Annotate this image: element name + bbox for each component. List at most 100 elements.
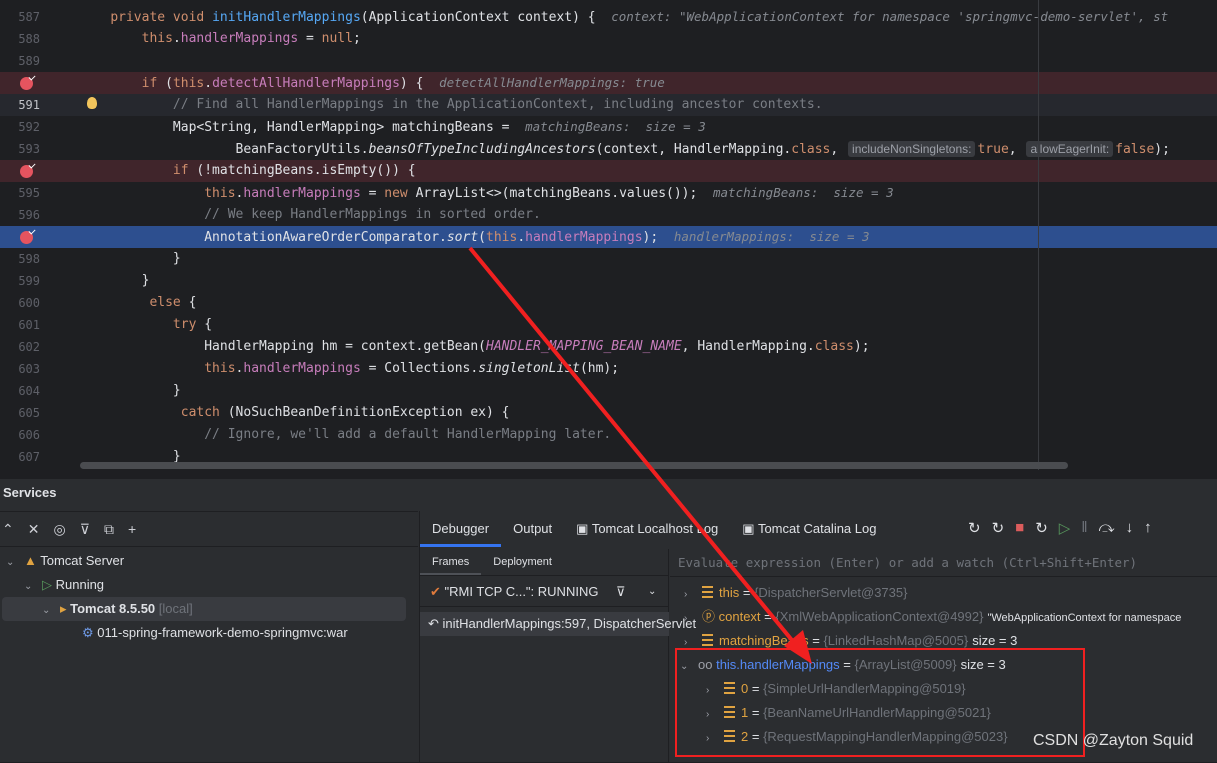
tomcat-icon: ▲	[24, 553, 41, 568]
code-line[interactable]: 588 this.handlerMappings = null;	[0, 28, 1217, 50]
variable-row[interactable]: › ⓟ context = {XmlWebApplicationContext@4…	[684, 605, 1181, 629]
line-number[interactable]: 588	[0, 28, 40, 50]
code-token: true	[977, 142, 1009, 157]
tree-item-tomcat-server[interactable]: ⌄ ▲ Tomcat Server	[6, 549, 124, 573]
code-token: // We keep HandlerMappings in sorted ord…	[204, 207, 541, 222]
line-number[interactable]: 600	[0, 292, 40, 314]
tab-output[interactable]: Output	[501, 511, 564, 547]
horizontal-scrollbar[interactable]	[80, 462, 1068, 469]
code-line[interactable]: if (!matchingBeans.isEmpty()) {	[0, 160, 1217, 182]
tab-catalina-log[interactable]: ▣ Tomcat Catalina Log	[730, 511, 888, 547]
line-number[interactable]: 602	[0, 336, 40, 358]
code-token: private void	[110, 10, 213, 25]
line-number[interactable]: 593	[0, 138, 40, 160]
line-number[interactable]: 591	[0, 94, 40, 116]
run-icon: ▷	[42, 577, 56, 592]
filter-icon[interactable]: ⊽	[80, 521, 90, 538]
chevron-down-icon[interactable]: ⌄	[648, 576, 656, 608]
line-number[interactable]: 595	[0, 182, 40, 204]
code-token: {	[188, 295, 197, 310]
code-line[interactable]: 606 // Ignore, we'll add a default Handl…	[0, 424, 1217, 446]
code-line[interactable]: 592 Map<String, HandlerMapping> matching…	[0, 116, 1217, 138]
code-line[interactable]: 589	[0, 50, 1217, 72]
code-line[interactable]: 587 private void initHandlerMappings(App…	[0, 6, 1217, 28]
thread-selector[interactable]: ✔ "RMI TCP C...": RUNNING ⊽ ⌄	[420, 575, 668, 607]
code-line[interactable]: 596 // We keep HandlerMappings in sorted…	[0, 204, 1217, 226]
line-number[interactable]: 596	[0, 204, 40, 226]
inline-value-hint: matchingBeans: size = 3	[525, 119, 706, 134]
tree-item-artifact[interactable]: ⚙ 011-spring-framework-demo-springmvc:wa…	[82, 621, 348, 645]
line-number[interactable]: 599	[0, 270, 40, 292]
step-into-icon[interactable]: ↓	[1126, 519, 1134, 537]
code-line[interactable]: 599 }	[0, 270, 1217, 292]
add-service-icon[interactable]: +	[128, 521, 136, 537]
breakpoint-icon[interactable]	[20, 231, 33, 244]
code-line[interactable]: 601 try {	[0, 314, 1217, 336]
pause-icon[interactable]: ‖	[1081, 519, 1087, 537]
breakpoint-icon[interactable]	[20, 165, 33, 178]
eye-icon[interactable]: ◎	[53, 521, 65, 538]
tab-frames[interactable]: Frames	[420, 549, 482, 575]
code-editor[interactable]: 587 private void initHandlerMappings(App…	[0, 0, 1217, 478]
expand-all-icon[interactable]: ⌃	[2, 521, 14, 538]
resume-icon[interactable]: ▷	[1059, 519, 1071, 537]
line-number[interactable]: 604	[0, 380, 40, 402]
equals-sign: =	[760, 609, 776, 624]
line-number[interactable]: 598	[0, 248, 40, 270]
code-line[interactable]: 604 }	[0, 380, 1217, 402]
breakpoint-icon[interactable]	[20, 77, 33, 90]
tab-debugger[interactable]: Debugger	[420, 511, 502, 547]
code-line[interactable]: 605 catch (NoSuchBeanDefinitionException…	[0, 402, 1217, 424]
code-line[interactable]: if (this.detectAllHandlerMappings) { det…	[0, 72, 1217, 94]
code-token: .	[172, 31, 181, 46]
tomcat-running-icon: ▸	[60, 601, 71, 616]
tab-deployment[interactable]: Deployment	[481, 549, 564, 575]
code-line[interactable]: 602 HandlerMapping hm = context.getBean(…	[0, 336, 1217, 358]
code-line[interactable]: 593 BeanFactoryUtils.beansOfTypeIncludin…	[0, 138, 1217, 160]
code-line[interactable]: 603 this.handlerMappings = Collections.s…	[0, 358, 1217, 380]
stop-icon[interactable]: ■	[1015, 519, 1024, 537]
field-icon	[702, 586, 713, 598]
restore-icon[interactable]: ↻	[1035, 519, 1048, 537]
tree-label: Running	[55, 577, 105, 592]
line-number[interactable]: 601	[0, 314, 40, 336]
line-number[interactable]: 606	[0, 424, 40, 446]
stack-frame[interactable]: ↶ initHandlerMappings:597, DispatcherSer…	[420, 612, 696, 636]
code-token: class	[791, 142, 831, 157]
rerun-icon[interactable]: ↻	[968, 519, 981, 537]
tree-item-running[interactable]: ⌄ ▷ Running	[24, 573, 104, 597]
line-number[interactable]: 592	[0, 116, 40, 138]
code-line[interactable]: AnnotationAwareOrderComparator.sort(this…	[0, 226, 1217, 248]
step-out-icon[interactable]: ↑	[1144, 519, 1152, 537]
code-token: detectAllHandlerMappings	[212, 76, 400, 91]
variable-row[interactable]: › this = {DispatcherServlet@3735}	[684, 581, 907, 605]
check-icon: ✔	[430, 584, 445, 599]
line-number[interactable]: 589	[0, 50, 40, 72]
chevron-right-icon[interactable]: ›	[684, 583, 702, 607]
step-over-icon[interactable]: ⤼	[1099, 519, 1115, 537]
line-number[interactable]: 607	[0, 446, 40, 468]
line-number[interactable]: 605	[0, 402, 40, 424]
code-token: (context, HandlerMapping.	[595, 142, 792, 157]
collapse-all-icon[interactable]: ✕	[28, 521, 40, 538]
new-tab-icon[interactable]: ⧉	[104, 521, 114, 538]
update-app-icon[interactable]: ↻	[992, 519, 1005, 537]
artifact-icon: ⚙	[82, 625, 98, 640]
code-line[interactable]: 598 }	[0, 248, 1217, 270]
code-line[interactable]: 591 // Find all HandlerMappings in the A…	[0, 94, 1217, 116]
filter-icon[interactable]: ⊽	[616, 576, 626, 608]
code-line[interactable]: 595 this.handlerMappings = new ArrayList…	[0, 182, 1217, 204]
chevron-right-icon[interactable]: ›	[684, 607, 702, 631]
tree-item-tomcat-instance[interactable]: ⌄ ▸ Tomcat 8.5.50 [local]	[2, 597, 406, 621]
code-line[interactable]: 600 else {	[0, 292, 1217, 314]
tab-localhost-log[interactable]: ▣ Tomcat Localhost Log	[564, 511, 730, 547]
line-number[interactable]: 587	[0, 6, 40, 28]
line-number[interactable]: 603	[0, 358, 40, 380]
code-token: class	[814, 339, 854, 354]
evaluate-expression-input[interactable]: Evaluate expression (Enter) or add a wat…	[670, 549, 1217, 577]
